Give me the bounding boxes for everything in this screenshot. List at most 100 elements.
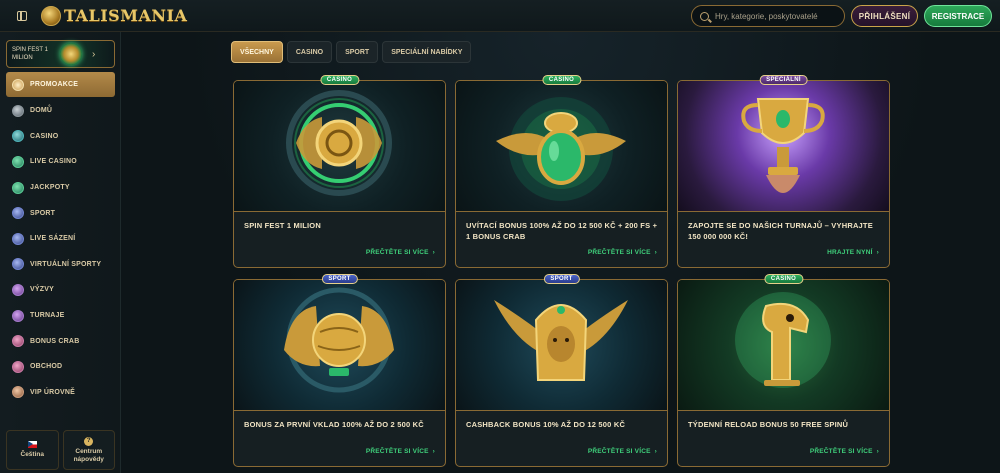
promo-card[interactable]: SPORT BONUS ZA PRVNÍ VKLAD 100% AŽ DO 2 … — [233, 274, 446, 467]
promo-title: SPIN FEST 1 MILION — [244, 221, 321, 230]
promo-card-text: SPIN FEST 1 MILION — [12, 47, 48, 61]
gift-icon — [12, 78, 24, 91]
help-center-button[interactable]: ? Centrum nápovědy — [62, 430, 115, 470]
sidebar-item-vip-urovne[interactable]: VIP ÚROVNĚ — [6, 380, 115, 406]
chevron-right-icon: › — [654, 448, 657, 455]
sidebar-item-virtualni-sporty[interactable]: VIRTUÁLNÍ SPORTY — [6, 252, 115, 278]
sidebar-item-promoakce[interactable]: PROMOAKCE — [6, 72, 115, 97]
category-badge: SPORT — [321, 274, 358, 284]
promo-card-art — [678, 81, 889, 211]
read-more-link[interactable]: PŘEČTĚTE SI VÍCE › — [366, 249, 435, 256]
chevron-right-icon: › — [876, 249, 879, 256]
logo[interactable]: TALISMANIA — [41, 5, 188, 26]
sidebar-toggle-icon[interactable] — [17, 10, 27, 21]
tab-sport[interactable]: SPORT — [336, 41, 379, 63]
chevron-right-icon: › — [432, 448, 435, 455]
vip-diamond-icon — [12, 386, 24, 399]
sidebar: SPIN FEST 1 MILION › PROMOAKCE DOMŮ CASI… — [0, 32, 121, 473]
category-badge: CASINO — [763, 274, 804, 284]
sidebar-item-label: LIVE SÁZENÍ — [30, 235, 76, 243]
language-button[interactable]: Čeština — [6, 430, 59, 470]
category-badge: SPECIÁLNÍ — [759, 75, 808, 85]
read-more-link[interactable]: PŘEČTĚTE SI VÍCE › — [366, 448, 435, 455]
horus-eye-icon — [735, 292, 831, 388]
sidebar-item-jackpoty[interactable]: JACKPOTY — [6, 175, 115, 201]
chevron-right-icon: › — [876, 448, 879, 455]
sidebar-item-obchod[interactable]: OBCHOD — [6, 354, 115, 380]
chevron-right-icon: › — [654, 249, 657, 256]
challenges-icon — [12, 283, 24, 296]
sidebar-nav: PROMOAKCE DOMŮ CASINO LIVE CASINO JACKPO… — [6, 72, 115, 405]
language-label: Čeština — [20, 451, 44, 458]
chevron-right-icon: › — [92, 48, 96, 60]
promo-card[interactable]: CASINO TÝDENNÍ RELOAD BONUS 50 FREE SPIN… — [677, 274, 890, 467]
search-box[interactable] — [691, 5, 845, 27]
login-button[interactable]: PŘIHLÁŠENÍ — [851, 5, 918, 27]
help-icon: ? — [84, 436, 94, 446]
read-more-link[interactable]: PŘEČTĚTE SI VÍCE › — [810, 448, 879, 455]
scarab-logo-icon — [41, 5, 61, 26]
promo-card-art — [234, 280, 445, 410]
sidebar-item-label: SPORT — [30, 209, 56, 217]
scarab-icon — [496, 97, 626, 201]
search-input[interactable] — [715, 11, 840, 21]
promo-card[interactable]: CASINO SPIN FEST 1 MILION PŘEČTĚTE SI VÍ… — [233, 75, 446, 268]
chevron-right-icon: › — [432, 249, 435, 256]
sidebar-item-label: CASINO — [30, 132, 59, 140]
promo-title: CASHBACK BONUS 10% AŽ DO 12 500 KČ — [466, 420, 626, 429]
sidebar-item-casino[interactable]: CASINO — [6, 124, 115, 150]
sidebar-item-bonus-crab[interactable]: BONUS CRAB — [6, 328, 115, 354]
promo-card[interactable]: SPORT CASHBACK BONUS 10% AŽ DO 12 500 KČ… — [455, 274, 668, 467]
sidebar-item-label: BONUS CRAB — [30, 337, 80, 345]
promo-card[interactable]: CASINO UVÍTACÍ BONUS 100% AŽ DO 12 500 K… — [455, 75, 668, 268]
promo-card-art — [234, 81, 445, 211]
promo-card-art — [456, 280, 667, 410]
promo-title: ZAPOJTE SE DO NAŠICH TURNAJŮ – VYHRAJTE … — [688, 221, 873, 241]
read-more-link[interactable]: PŘEČTĚTE SI VÍCE › — [588, 249, 657, 256]
home-icon — [12, 104, 24, 117]
promo-card[interactable]: SPECIÁLNÍ ZAPOJTE SE DO NAŠICH TURNAJŮ –… — [677, 75, 890, 268]
live-betting-icon — [12, 232, 24, 245]
play-now-link[interactable]: HRAJTE NYNÍ › — [827, 249, 879, 256]
read-more-link[interactable]: PŘEČTĚTE SI VÍCE › — [588, 448, 657, 455]
category-badge: CASINO — [319, 75, 360, 85]
sidebar-item-label: DOMŮ — [30, 107, 53, 115]
help-label: Centrum nápovědy — [73, 447, 104, 463]
promo-title: TÝDENNÍ RELOAD BONUS 50 FREE SPINŮ — [688, 420, 849, 429]
sidebar-item-label: VIRTUÁLNÍ SPORTY — [30, 260, 102, 268]
tab-all[interactable]: VŠECHNY — [231, 41, 283, 63]
category-badge: CASINO — [541, 75, 582, 85]
sidebar-item-label: PROMOAKCE — [30, 81, 79, 88]
category-badge: SPORT — [543, 274, 580, 284]
sidebar-item-live-casino[interactable]: LIVE CASINO — [6, 149, 115, 175]
promo-title: BONUS ZA PRVNÍ VKLAD 100% AŽ DO 2 500 KČ — [244, 420, 424, 429]
football-icon — [12, 207, 24, 220]
sidebar-item-vyzvy[interactable]: VÝZVY — [6, 277, 115, 303]
sidebar-item-label: LIVE CASINO — [30, 158, 77, 166]
sidebar-item-turnaje[interactable]: TURNAJE — [6, 303, 115, 329]
register-button[interactable]: REGISTRACE — [924, 5, 992, 27]
sidebar-footer: Čeština ? Centrum nápovědy — [6, 430, 115, 470]
sidebar-promo-card[interactable]: SPIN FEST 1 MILION › — [6, 40, 115, 68]
sidebar-item-domu[interactable]: DOMŮ — [6, 98, 115, 124]
jackpot-icon — [12, 181, 24, 194]
sidebar-item-label: OBCHOD — [30, 363, 63, 371]
winged-ball-icon — [284, 287, 394, 393]
czech-flag-icon — [27, 441, 37, 448]
sidebar-item-sport[interactable]: SPORT — [6, 200, 115, 226]
sidebar-item-label: TURNAJE — [30, 312, 65, 320]
logo-text: TALISMANIA — [64, 6, 188, 25]
shop-icon — [12, 360, 24, 373]
tab-casino[interactable]: CASINO — [286, 41, 333, 63]
promo-title: UVÍTACÍ BONUS 100% AŽ DO 12 500 KČ + 200… — [466, 221, 658, 241]
tournament-icon — [12, 309, 24, 322]
tab-special-offers[interactable]: SPECIÁLNÍ NABÍDKY — [382, 41, 472, 63]
main-content: VŠECHNY CASINO SPORT SPECIÁLNÍ NABÍDKY C… — [121, 32, 1000, 473]
promo-card-art — [678, 280, 889, 410]
live-casino-icon — [12, 155, 24, 168]
sidebar-item-live-sazeni[interactable]: LIVE SÁZENÍ — [6, 226, 115, 252]
promo-card-art — [456, 81, 667, 211]
sidebar-item-label: VÝZVY — [30, 286, 54, 294]
promo-filter-tabs: VŠECHNY CASINO SPORT SPECIÁLNÍ NABÍDKY — [231, 41, 472, 63]
search-icon — [700, 11, 709, 21]
